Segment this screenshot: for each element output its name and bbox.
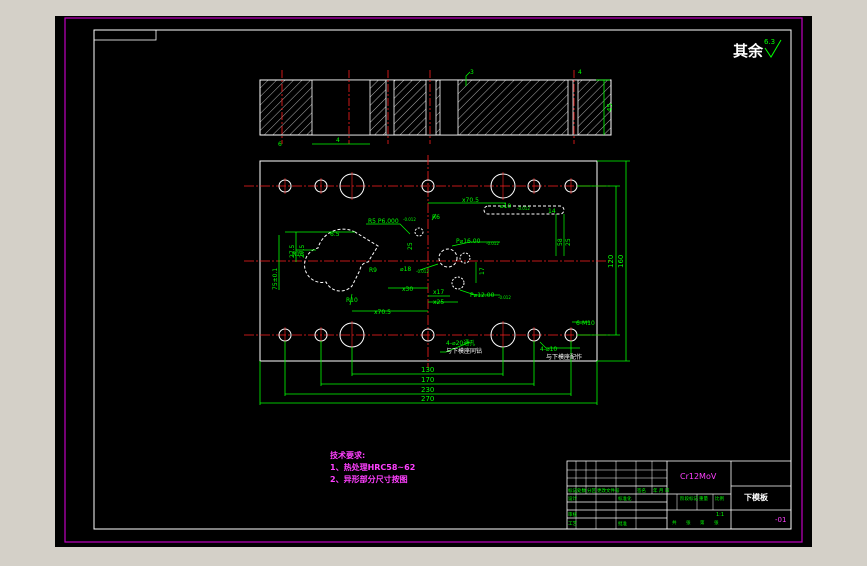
role-process: 工艺 (568, 521, 577, 527)
dim-130: 130 (421, 366, 434, 374)
dim-x70-5-top: x70.5 (462, 197, 479, 204)
section-cut-b (425, 79, 437, 136)
drawing-number: -01 (775, 516, 786, 524)
note-holes-right: 4-⌀10 (540, 346, 557, 353)
role-design: 设计 (568, 495, 577, 502)
cad-viewport[interactable]: 其余 6.3 45 4 3 4 6 130 170 230 270 120 16… (0, 0, 867, 562)
sheet-current: 第 (700, 519, 705, 526)
dim-75: 75±0.1 (272, 268, 279, 290)
finish-label: 其余 (733, 42, 764, 60)
section-cut-a (385, 79, 395, 136)
section-callout-left: 6 (278, 141, 282, 148)
hdr-zone: 分区 (587, 487, 596, 494)
stage-weight: 重量 (699, 495, 708, 502)
section-cut-left (311, 79, 371, 136)
callout-phi12-tol: -0.012 (498, 295, 511, 300)
stage-mark: 阶段标记 (680, 495, 698, 502)
slot-callout: ⌀10 (500, 203, 511, 210)
dim-170: 170 (421, 376, 434, 384)
sheet-unit-2: 张 (714, 519, 719, 526)
section-cut-c (439, 79, 459, 136)
hdr-count: 处数 (577, 487, 586, 494)
callout-phi18: ⌀18 (400, 266, 411, 273)
dim-270: 270 (421, 395, 434, 403)
dim-x17: x17 (433, 289, 444, 296)
callout-phi16-tol: -0.012 (486, 241, 499, 246)
callout-phi18-tol: -0.012 (416, 269, 429, 274)
note-holes-right-sub: 与下模座配作 (546, 353, 582, 361)
dim-25-right: 25 (565, 238, 572, 246)
material: Cr12MoV (680, 472, 717, 481)
dim-x70-5-bottom: x70.5 (374, 309, 391, 316)
part-name: 下模板 (744, 492, 769, 502)
dim-25: 25 (407, 242, 414, 250)
callout-m10: 6-M10 (576, 320, 595, 327)
finish-value: 6.3 (764, 38, 775, 46)
slot-callout-tol: -0.012 (517, 206, 530, 211)
sheet-unit-1: 张 (686, 519, 691, 526)
radius-r9: R9 (369, 267, 377, 274)
label-standardize: 标准化 (618, 495, 632, 502)
dim-17: 17 (479, 267, 486, 275)
dim-160: 160 (617, 255, 625, 268)
drawing-canvas: 其余 6.3 45 4 3 4 6 130 170 230 270 120 16… (55, 16, 812, 547)
section-height-dim: 45 (606, 103, 614, 112)
radius-6-5: 6.5 (330, 231, 340, 238)
tech-item-2: 2、异形部分尺寸按图 (330, 474, 408, 484)
label-approve: 批准 (618, 520, 627, 527)
callout-phi12: P⌀12.00 (470, 292, 495, 299)
callout-phi16: P⌀16.00 (456, 238, 481, 245)
callout-p5: R5 P6.000 (368, 218, 399, 225)
note-holes-left-sub: 与下模座同钻 (446, 347, 482, 355)
role-review: 审核 (568, 511, 577, 518)
dim-230: 230 (421, 386, 434, 394)
dim-120: 120 (607, 255, 615, 268)
tech-title: 技术要求: (330, 450, 365, 460)
dim-58: 58 (557, 238, 564, 246)
callout-p5-tol: -0.012 (403, 217, 416, 222)
dim-x30: x30 (402, 286, 413, 293)
note-holes-left: 4-⌀20通孔 (446, 339, 475, 347)
scale: 1:1 (716, 512, 724, 518)
hdr-date: 年 月 日 (653, 487, 669, 494)
hdr-change: 更改文件号 (597, 487, 620, 494)
radius-r6: R6 (432, 214, 440, 221)
tech-item-1: 1、热处理HRC58~62 (330, 462, 415, 472)
stage-scale: 比例 (715, 495, 724, 502)
section-width-dim: 4 (336, 137, 340, 144)
section-callout-right: 4 (578, 69, 582, 76)
hdr-sign: 签名 (637, 487, 646, 494)
dim-x25: x25 (433, 299, 444, 306)
dim-slot-14: 14 (548, 208, 556, 215)
section-callout-top: 3 (470, 69, 474, 76)
radius-r16: R16 (292, 251, 304, 258)
sheet-total: 共 (672, 519, 677, 526)
radius-r10: R10 (346, 297, 358, 304)
